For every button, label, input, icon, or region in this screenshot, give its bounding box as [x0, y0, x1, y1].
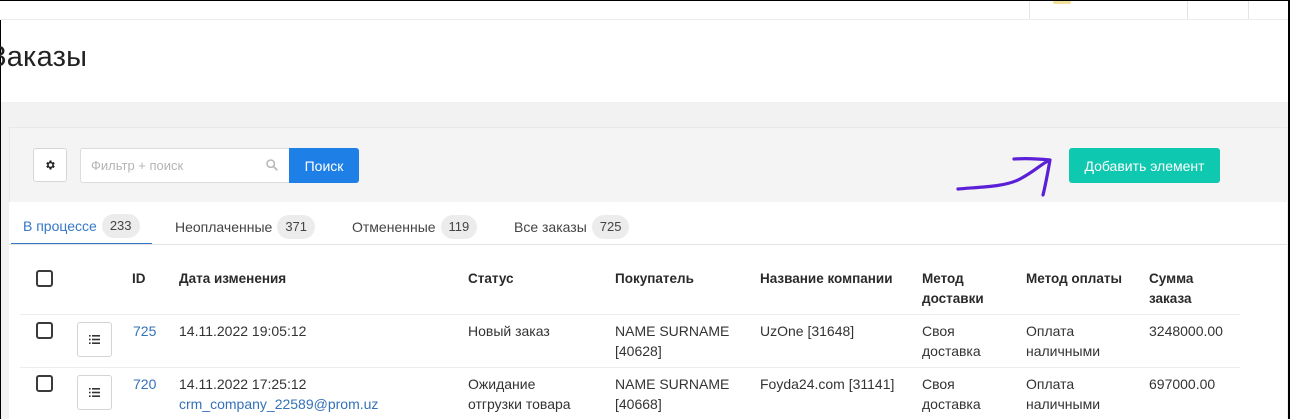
order-company: UzOne [31648]	[760, 323, 855, 339]
header-divider	[1029, 1, 1030, 19]
order-buyer: NAME SURNAME [40628]	[615, 321, 729, 361]
payment-line: наличными	[1026, 396, 1101, 412]
delivery-line: Своя	[922, 376, 955, 392]
payment-line: Оплата	[1026, 376, 1075, 392]
order-date: 14.11.2022 19:05:12	[179, 323, 307, 339]
header-line: заказа	[1149, 291, 1192, 306]
company-email-link[interactable]: crm_company_22589@prom.uz	[179, 394, 378, 414]
column-header-sum[interactable]: Сумма заказа	[1149, 269, 1193, 309]
payment-line: наличными	[1026, 343, 1101, 359]
order-status: Новый заказ	[468, 321, 550, 341]
header-line: доставки	[922, 291, 984, 306]
row-checkbox[interactable]	[36, 375, 53, 392]
column-header-id[interactable]: ID	[132, 269, 146, 289]
search-field	[80, 148, 289, 183]
order-sum: 697000.00	[1149, 376, 1216, 392]
order-payment: Оплата наличными	[1026, 374, 1100, 414]
order-company: Foyda24.com [31141]	[760, 376, 895, 392]
order-payment: Оплата наличными	[1026, 321, 1100, 361]
row-actions-button[interactable]	[77, 322, 112, 357]
payment-line: Оплата	[1026, 323, 1075, 339]
annotation-arrow	[956, 156, 1052, 197]
tab-all-orders[interactable]: Все заказы 725	[514, 209, 630, 245]
order-delivery: Своя доставка	[922, 374, 981, 414]
row-divider	[20, 367, 1240, 368]
header-divider	[1248, 1, 1249, 19]
delivery-line: доставка	[922, 343, 981, 359]
search-icon	[266, 159, 278, 171]
header-line: Метод	[922, 271, 964, 286]
row-actions-button[interactable]	[77, 375, 112, 410]
search-input[interactable]	[81, 149, 261, 182]
order-status: Ожидание отгрузки товара	[468, 374, 571, 414]
top-header-bar	[0, 1, 1288, 20]
status-line: отгрузки товара	[468, 396, 571, 412]
tab-label: Отмененные	[352, 219, 436, 235]
delivery-line: Своя	[922, 323, 955, 339]
tab-label: Все заказы	[514, 219, 587, 235]
column-header-payment[interactable]: Метод оплаты	[1026, 269, 1122, 289]
tab-cancelled[interactable]: Отмененные 119	[352, 209, 478, 245]
order-id-link[interactable]: 720	[133, 374, 156, 394]
tab-count-badge: 371	[277, 215, 316, 239]
delivery-line: доставка	[922, 396, 981, 412]
header-icon-fragment	[1053, 1, 1071, 4]
order-date: 14.11.2022 17:25:12	[179, 376, 307, 392]
column-header-buyer[interactable]: Покупатель	[615, 269, 694, 289]
order-date-cell: 14.11.2022 17:25:12 crm_company_22589@pr…	[179, 374, 378, 414]
column-header-delivery[interactable]: Метод доставки	[922, 269, 984, 309]
order-id-link[interactable]: 725	[133, 321, 156, 341]
row-divider	[20, 314, 1240, 315]
status-line: Новый заказ	[468, 323, 550, 339]
header-line: Сумма	[1149, 271, 1194, 286]
buyer-id: [40668]	[615, 396, 662, 412]
column-header-status[interactable]: Статус	[468, 269, 514, 289]
row-checkbox[interactable]	[36, 322, 53, 339]
column-header-company[interactable]: Название компании	[760, 269, 893, 289]
order-buyer: NAME SURNAME [40668]	[615, 374, 729, 414]
gear-icon	[46, 160, 55, 170]
tab-unpaid[interactable]: Неоплаченные 371	[175, 209, 316, 245]
page-title: Заказы	[0, 41, 88, 73]
tabs-divider	[9, 244, 1287, 245]
list-icon	[89, 335, 100, 344]
tab-count-badge: 233	[101, 214, 140, 238]
column-header-date[interactable]: Дата изменения	[179, 269, 286, 289]
order-sum: 3248000.00	[1149, 323, 1223, 339]
status-line: Ожидание	[468, 376, 536, 392]
tab-count-badge: 119	[440, 215, 478, 239]
order-delivery: Своя доставка	[922, 321, 981, 361]
search-button[interactable]: Поиск	[289, 148, 359, 183]
buyer-name: NAME SURNAME	[615, 323, 730, 339]
select-all-checkbox[interactable]	[36, 270, 53, 287]
tab-label: Неоплаченные	[175, 219, 273, 235]
tab-label: В процессе	[23, 218, 97, 234]
buyer-name: NAME SURNAME	[615, 376, 730, 392]
list-icon	[89, 388, 100, 397]
buyer-id: [40628]	[615, 343, 662, 359]
tab-in-progress[interactable]: В процессе 233	[11, 209, 152, 245]
settings-button[interactable]	[33, 148, 67, 182]
header-divider	[1187, 1, 1188, 19]
tab-count-badge: 725	[591, 215, 630, 239]
add-element-button[interactable]: Добавить элемент	[1069, 148, 1220, 183]
